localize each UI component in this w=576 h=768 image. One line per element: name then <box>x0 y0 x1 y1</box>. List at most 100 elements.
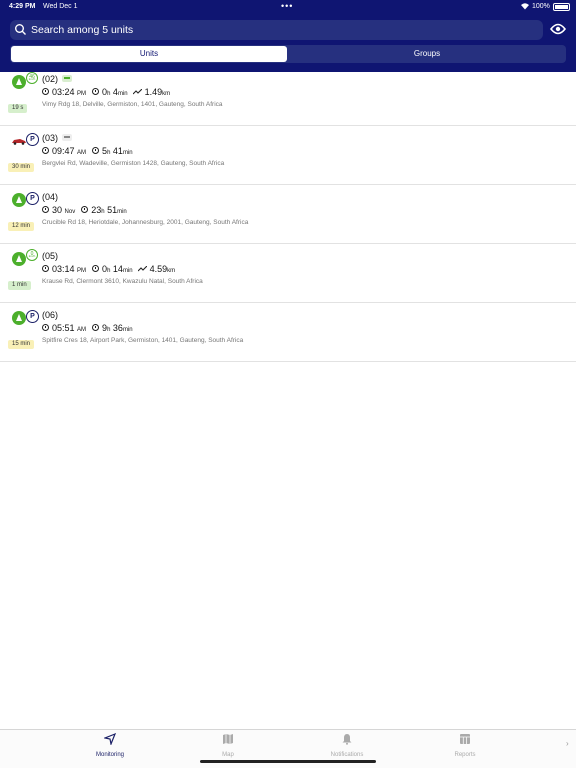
unit-address: Vimy Rdg 18, Delville, Germiston, 1401, … <box>42 101 223 108</box>
unit-address: Crucible Rd 18, Heriotdale, Johannesburg… <box>42 219 249 226</box>
unit-address: Krause Rd, Clermont 3610, Kwazulu Natal,… <box>42 278 203 285</box>
unit-row[interactable]: P 15 min (06) 05:51 AM 9h 36min Spitfire … <box>0 303 576 362</box>
last-time: 03:14 <box>52 264 75 274</box>
last-time: 05:51 <box>52 323 75 333</box>
minutes-unit: min <box>122 150 133 156</box>
top-bar: 4:29 PM Wed Dec 1 ••• 100% Search among … <box>0 0 576 72</box>
unit-row[interactable]: 46 km/h 19 s (02) 03:24 PM 0h 4min 1.49km V… <box>0 67 576 126</box>
clock-icon <box>42 147 49 154</box>
minutes-unit: min <box>117 91 128 97</box>
search-bar[interactable]: Search among 5 units <box>10 20 543 40</box>
hours-unit: h <box>107 91 111 97</box>
distance-unit: km <box>162 91 171 97</box>
unit-meta: 30 Nov 23h 51min <box>42 205 127 215</box>
hours-unit: h <box>107 327 111 333</box>
last-time: 09:47 <box>52 146 75 156</box>
minutes-unit: min <box>117 209 127 215</box>
speed-indicator: 0 km/h <box>26 249 38 261</box>
parked-icon: P <box>26 192 39 205</box>
moving-car-icon <box>12 193 26 207</box>
last-date-month: Nov <box>64 209 76 215</box>
unit-row[interactable]: P 12 min (04) 30 Nov 23h 51min Crucible R… <box>0 185 576 244</box>
last-update-badge: 12 min <box>8 222 35 231</box>
duration-minutes: 14 <box>112 264 123 274</box>
nav-monitoring[interactable]: Monitoring <box>70 732 150 758</box>
speed-indicator: 46 km/h <box>26 72 38 84</box>
last-date-day: 30 <box>52 205 63 215</box>
last-update-badge: 15 min <box>8 340 35 349</box>
tab-groups[interactable]: Groups <box>289 46 565 62</box>
ignition-key-icon <box>62 134 72 141</box>
trend-icon <box>132 89 142 95</box>
duration-minutes: 51 <box>107 205 118 215</box>
hours-unit: h <box>101 209 105 215</box>
ignition-key-icon <box>62 75 72 82</box>
nav-reports[interactable]: Reports <box>425 732 505 758</box>
distance: 4.59 <box>149 264 168 274</box>
unit-meta: 03:24 PM 0h 4min 1.49km <box>42 87 170 97</box>
unit-address: Spitfire Cres 18, Airport Park, Germisto… <box>42 337 244 344</box>
unit-meta: 03:14 PM 0h 14min 4.59km <box>42 264 175 274</box>
duration-icon <box>92 147 100 154</box>
nav-map[interactable]: Map <box>188 732 268 758</box>
unit-name: (05) <box>42 251 59 261</box>
wifi-icon <box>521 3 529 10</box>
battery-icon <box>553 3 570 11</box>
unit-row[interactable]: 0 km/h 1 min (05) 03:14 PM 0h 14min 4.59km … <box>0 244 576 303</box>
unit-name: (06) <box>42 310 59 320</box>
unit-name: (04) <box>42 192 59 202</box>
parked-icon: P <box>26 133 39 146</box>
status-time: 4:29 PM <box>9 3 36 10</box>
unit-address: Bergvlei Rd, Wadeville, Germiston 1428, … <box>42 160 225 167</box>
nav-notifications[interactable]: Notifications <box>307 732 387 758</box>
battery-percent: 100% <box>532 3 550 10</box>
distance-unit: km <box>167 268 176 274</box>
hours-unit: h <box>107 268 111 274</box>
clock-icon <box>42 265 49 272</box>
nav-notifications-label: Notifications <box>330 752 364 758</box>
chevron-right-icon[interactable]: › <box>566 739 569 748</box>
nav-reports-label: Reports <box>454 752 476 758</box>
distance: 1.49 <box>144 87 163 97</box>
duration-icon <box>92 324 100 331</box>
duration-icon <box>81 206 89 213</box>
eye-icon[interactable] <box>550 23 566 35</box>
tab-units[interactable]: Units <box>11 46 287 62</box>
unit-name: (03) <box>42 133 59 143</box>
last-update-badge: 1 min <box>8 281 31 290</box>
nav-monitoring-label: Monitoring <box>95 752 124 758</box>
clock-icon <box>42 206 49 213</box>
nav-map-label: Map <box>222 752 234 758</box>
duration-icon <box>92 265 100 272</box>
last-update-badge: 30 min <box>8 163 35 172</box>
unit-row[interactable]: P 30 min (03) 09:47 AM 5h 41min Bergvlei … <box>0 126 576 185</box>
status-bar: 4:29 PM Wed Dec 1 ••• 100% <box>0 0 576 14</box>
navigation-arrow-icon <box>102 732 117 747</box>
parked-icon: P <box>26 310 39 323</box>
clock-icon <box>42 88 49 95</box>
duration-icon <box>92 88 100 95</box>
moving-car-icon <box>12 311 26 325</box>
reports-table-icon <box>460 734 470 744</box>
unit-name: (02) <box>42 74 59 84</box>
bell-icon <box>342 734 352 745</box>
ampm: AM <box>77 327 87 333</box>
minutes-unit: min <box>122 327 133 333</box>
hours-unit: h <box>107 150 111 156</box>
speed-unit: km/h <box>28 77 36 81</box>
car-image-icon <box>12 139 26 145</box>
last-time: 03:24 <box>52 87 75 97</box>
search-icon <box>15 24 26 35</box>
moving-car-icon <box>12 75 26 89</box>
clock-icon <box>42 324 49 331</box>
duration-minutes: 36 <box>112 323 123 333</box>
moving-car-icon <box>12 252 26 266</box>
unit-meta: 09:47 AM 5h 41min <box>42 146 133 156</box>
multitask-dots-icon[interactable]: ••• <box>281 1 293 11</box>
speed-unit: km/h <box>28 254 36 258</box>
segmented-control: Units Groups <box>10 45 566 63</box>
search-input[interactable]: Search among 5 units <box>31 24 133 36</box>
home-indicator <box>200 760 376 763</box>
status-date: Wed Dec 1 <box>43 3 78 10</box>
ampm: AM <box>77 150 87 156</box>
